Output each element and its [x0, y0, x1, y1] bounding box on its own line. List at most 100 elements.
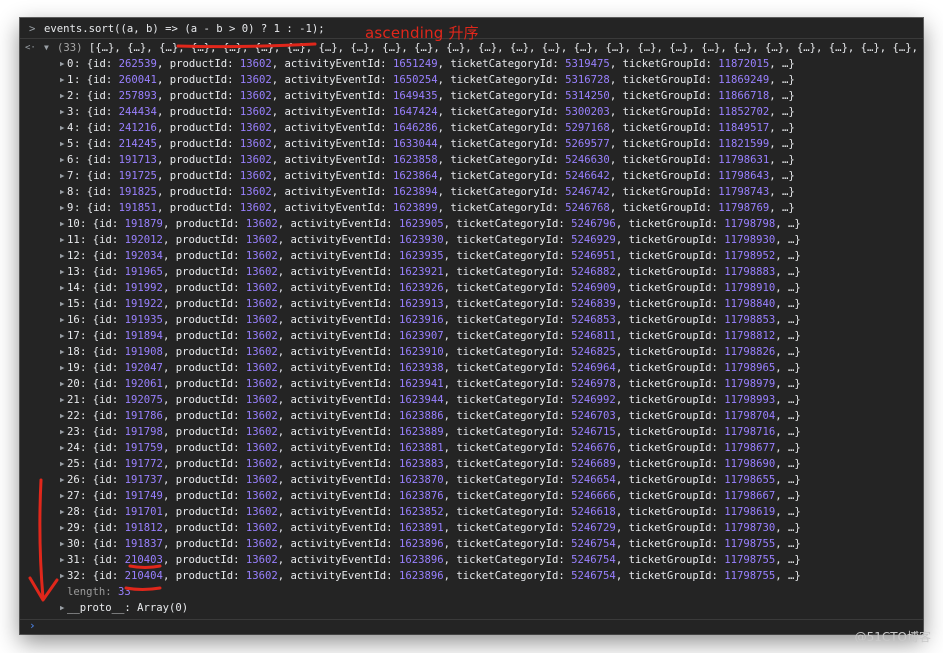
array-entry[interactable]: ▶ 30: {id: 191837, productId: 13602, acti…: [20, 536, 923, 552]
expand-arrow-icon[interactable]: ▶: [60, 472, 65, 488]
entry-index: 2: [67, 90, 74, 102]
punctuation: , …}: [775, 378, 801, 390]
punctuation: , productId:: [156, 186, 240, 198]
array-entry[interactable]: ▶ 1: {id: 260041, productId: 13602, activ…: [20, 72, 923, 88]
expand-arrow-icon[interactable]: ▶: [60, 104, 65, 120]
array-entry[interactable]: ▶ 26: {id: 191737, productId: 13602, acti…: [20, 472, 923, 488]
punctuation: , ticketCategoryId:: [443, 410, 572, 422]
value-activityEventId: 1623891: [398, 522, 444, 534]
expand-arrow-icon[interactable]: ▶: [60, 488, 65, 504]
expand-arrow-icon[interactable]: ▶: [60, 152, 65, 168]
expand-arrow-icon[interactable]: ▶: [60, 344, 65, 360]
punctuation: , ticketCategoryId:: [443, 554, 572, 566]
expand-arrow-icon[interactable]: ▶: [60, 440, 65, 456]
punctuation: , ticketGroupId:: [615, 298, 725, 310]
array-entry[interactable]: ▶ 23: {id: 191798, productId: 13602, acti…: [20, 424, 923, 440]
expand-arrow-icon[interactable]: ▶: [60, 232, 65, 248]
entry-object-preview: : {id: 191879, productId: 13602, activit…: [80, 216, 801, 232]
array-entry[interactable]: ▶ 25: {id: 191772, productId: 13602, acti…: [20, 456, 923, 472]
array-entry[interactable]: ▶ 10: {id: 191879, productId: 13602, acti…: [20, 216, 923, 232]
expand-arrow-icon[interactable]: ▶: [60, 296, 65, 312]
array-entry[interactable]: ▶ 3: {id: 244434, productId: 13602, activ…: [20, 104, 923, 120]
expand-arrow-icon[interactable]: ▶: [60, 408, 65, 424]
value-ticketGroupId: 11798730: [724, 522, 776, 534]
array-entry[interactable]: ▶ 28: {id: 191701, productId: 13602, acti…: [20, 504, 923, 520]
array-entry[interactable]: ▶ 8: {id: 191825, productId: 13602, activ…: [20, 184, 923, 200]
expand-arrow-icon[interactable]: ▶: [60, 248, 65, 264]
array-entry[interactable]: ▶ 12: {id: 192034, productId: 13602, acti…: [20, 248, 923, 264]
expand-arrow-icon[interactable]: ▶: [60, 536, 65, 552]
expand-arrow-icon[interactable]: ▶: [60, 424, 65, 440]
expand-arrow-icon[interactable]: ▶: [60, 56, 65, 72]
array-entry[interactable]: ▶ 24: {id: 191759, productId: 13602, acti…: [20, 440, 923, 456]
expand-arrow-icon[interactable]: ▶: [60, 328, 65, 344]
expand-arrow-icon[interactable]: ▶: [60, 360, 65, 376]
expand-arrow-icon[interactable]: ▶: [60, 216, 65, 232]
array-entry[interactable]: ▶ 22: {id: 191786, productId: 13602, acti…: [20, 408, 923, 424]
array-entry[interactable]: ▶ 4: {id: 241216, productId: 13602, activ…: [20, 120, 923, 136]
punctuation: , productId:: [156, 122, 240, 134]
expand-arrow-icon[interactable]: ▶: [60, 392, 65, 408]
expand-arrow-icon[interactable]: ▶: [60, 280, 65, 296]
expand-arrow-icon[interactable]: ▶: [60, 520, 65, 536]
array-entry[interactable]: ▶ 0: {id: 262539, productId: 13602, activ…: [20, 56, 923, 72]
punctuation: , ticketGroupId:: [615, 570, 725, 582]
proto-property[interactable]: ▶ __proto__: Array(0): [20, 600, 923, 616]
array-entry[interactable]: ▶ 2: {id: 257893, productId: 13602, activ…: [20, 88, 923, 104]
expand-arrow-icon[interactable]: ▶: [60, 136, 65, 152]
array-entry[interactable]: ▶ 31: {id: 210403, productId: 13602, acti…: [20, 552, 923, 568]
expand-triangle-icon[interactable]: ▼: [44, 40, 49, 56]
array-entry[interactable]: ▶ 5: {id: 214245, productId: 13602, activ…: [20, 136, 923, 152]
expand-arrow-icon[interactable]: ▶: [60, 568, 65, 584]
array-entry[interactable]: ▶ 21: {id: 192075, productId: 13602, acti…: [20, 392, 923, 408]
entry-object-preview: : {id: 262539, productId: 13602, activit…: [74, 56, 795, 72]
expand-arrow-icon[interactable]: ▶: [60, 456, 65, 472]
expand-arrow-icon[interactable]: ▶: [60, 200, 65, 216]
expand-arrow-icon[interactable]: ▶: [60, 72, 65, 88]
array-entry[interactable]: ▶ 11: {id: 192012, productId: 13602, acti…: [20, 232, 923, 248]
expand-arrow-icon[interactable]: ▶: [60, 264, 65, 280]
punctuation: , productId:: [162, 378, 246, 390]
array-entry[interactable]: ▶ 17: {id: 191894, productId: 13602, acti…: [20, 328, 923, 344]
array-entry[interactable]: ▶ 6: {id: 191713, productId: 13602, activ…: [20, 152, 923, 168]
expand-arrow-icon[interactable]: ▶: [60, 600, 65, 616]
console-prompt-icon[interactable]: ›: [29, 619, 36, 632]
expand-arrow-icon[interactable]: ▶: [60, 376, 65, 392]
entry-object-preview: : {id: 191812, productId: 13602, activit…: [80, 520, 801, 536]
entry-index: 22: [67, 410, 80, 422]
array-entry[interactable]: ▶ 29: {id: 191812, productId: 13602, acti…: [20, 520, 923, 536]
expand-arrow-icon[interactable]: ▶: [60, 184, 65, 200]
value-ticketCategoryId: 5246768: [565, 202, 610, 214]
array-entry[interactable]: ▶ 15: {id: 191922, productId: 13602, acti…: [20, 296, 923, 312]
punctuation: , …}: [775, 474, 801, 486]
value-ticketGroupId: 11798798: [724, 218, 776, 230]
entry-index: 21: [67, 394, 80, 406]
array-entry[interactable]: ▶ 20: {id: 192061, productId: 13602, acti…: [20, 376, 923, 392]
punctuation: id:: [99, 282, 125, 294]
array-entry[interactable]: ▶ 9: {id: 191851, productId: 13602, activ…: [20, 200, 923, 216]
expand-arrow-icon[interactable]: ▶: [60, 168, 65, 184]
array-entry[interactable]: ▶ 14: {id: 191992, productId: 13602, acti…: [20, 280, 923, 296]
value-ticketGroupId: 11798979: [724, 378, 776, 390]
array-entry[interactable]: ▶ 19: {id: 192047, productId: 13602, acti…: [20, 360, 923, 376]
punctuation: : {: [74, 58, 94, 70]
punctuation: , ticketCategoryId:: [443, 282, 572, 294]
value-id: 192075: [124, 394, 163, 406]
array-entry[interactable]: ▶ 27: {id: 191749, productId: 13602, acti…: [20, 488, 923, 504]
array-entry[interactable]: ▶ 18: {id: 191908, productId: 13602, acti…: [20, 344, 923, 360]
expand-arrow-icon[interactable]: ▶: [60, 312, 65, 328]
value-id: 191725: [118, 170, 157, 182]
expand-arrow-icon[interactable]: ▶: [60, 504, 65, 520]
array-entry[interactable]: ▶ 16: {id: 191935, productId: 13602, acti…: [20, 312, 923, 328]
array-entry[interactable]: ▶ 13: {id: 191965, productId: 13602, acti…: [20, 264, 923, 280]
array-entry[interactable]: ▶ 7: {id: 191725, productId: 13602, activ…: [20, 168, 923, 184]
expand-arrow-icon[interactable]: ▶: [60, 88, 65, 104]
entry-index: 13: [67, 266, 80, 278]
expand-arrow-icon[interactable]: ▶: [60, 552, 65, 568]
value-productId: 13602: [245, 410, 278, 422]
entry-index: 10: [67, 218, 80, 230]
value-productId: 13602: [239, 138, 272, 150]
value-ticketGroupId: 11798643: [718, 170, 770, 182]
array-entry[interactable]: ▶ 32: {id: 210404, productId: 13602, acti…: [20, 568, 923, 584]
expand-arrow-icon[interactable]: ▶: [60, 120, 65, 136]
